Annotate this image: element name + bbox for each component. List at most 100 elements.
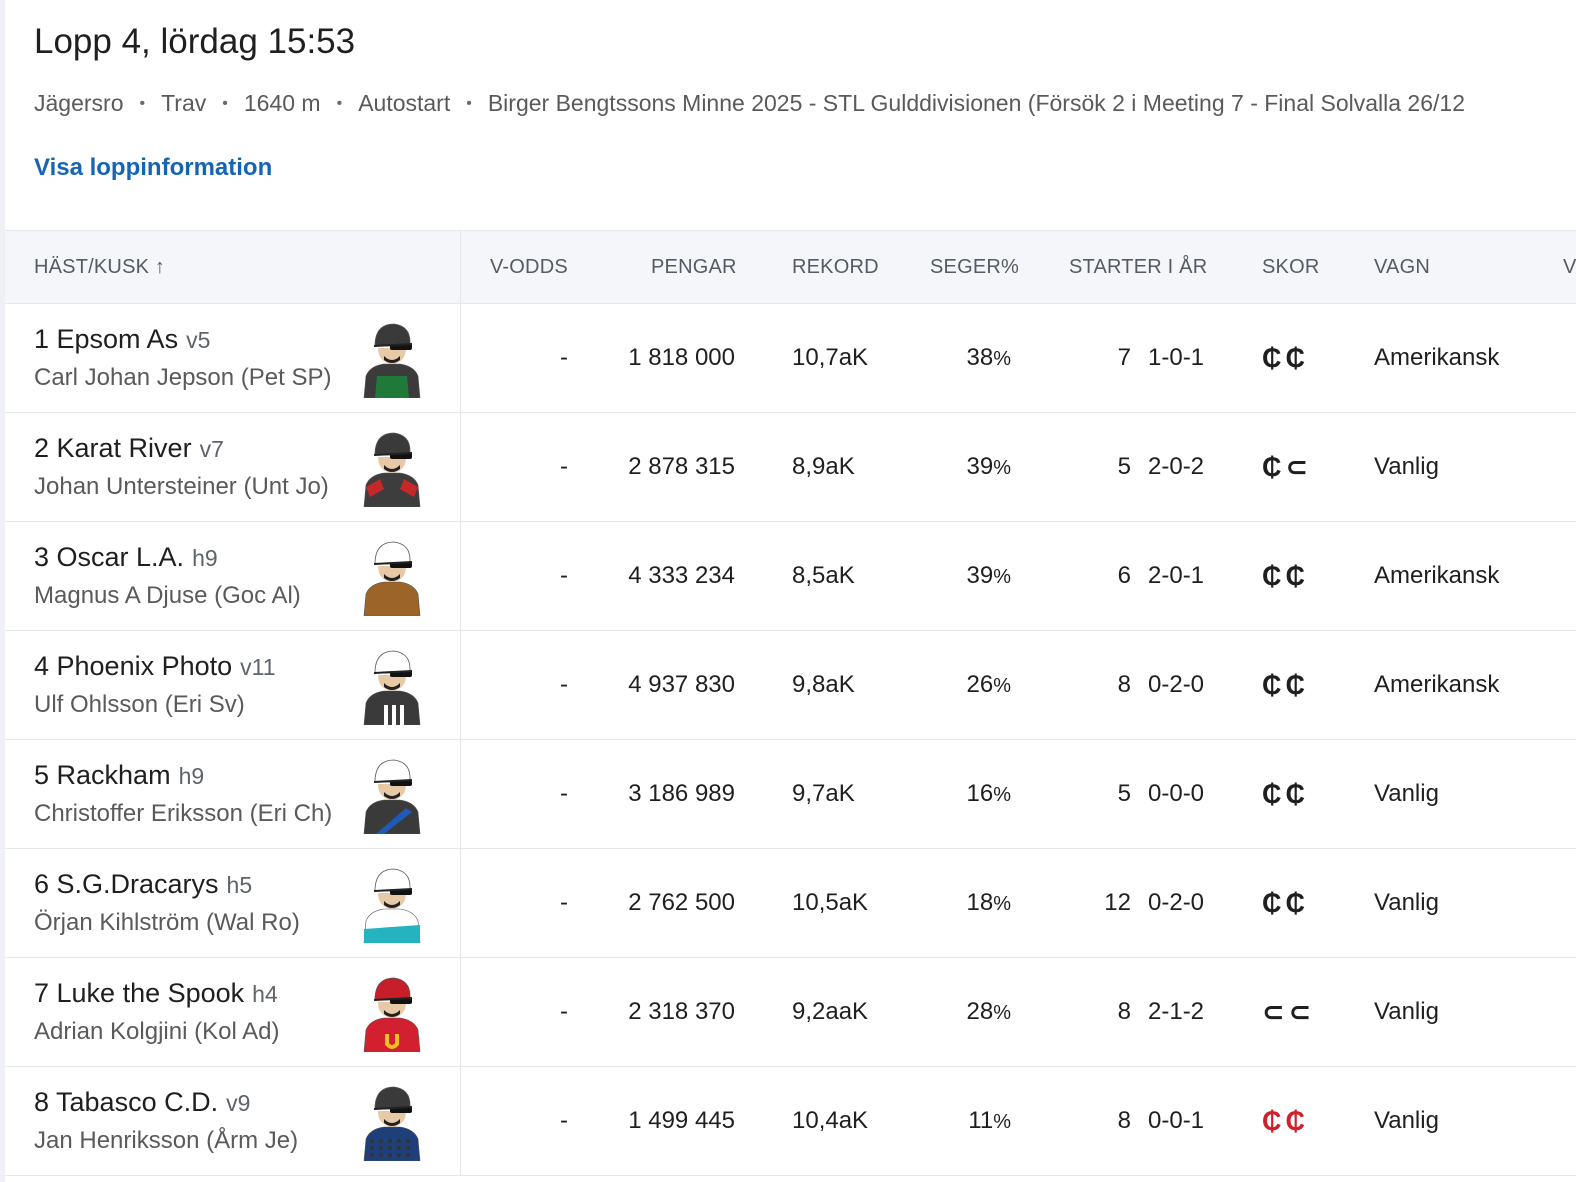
horse-name[interactable]: 7 Luke the Spook h4 bbox=[34, 978, 278, 1009]
horse-name-label: 1 Epsom As bbox=[34, 324, 179, 354]
shoes-icon: ⊂⊂ bbox=[1262, 997, 1316, 1027]
column-shoes[interactable]: SKOR bbox=[1262, 231, 1319, 303]
horse-name-label: 7 Luke the Spook bbox=[34, 978, 245, 1008]
driver-silk-icon bbox=[360, 318, 424, 399]
column-vodds[interactable]: V-ODDS bbox=[490, 231, 568, 303]
driver-name: Jan Henriksson (Årm Je) bbox=[34, 1127, 299, 1154]
placings-value: 2-1-2 bbox=[1148, 998, 1205, 1025]
money-value: 4 333 234 bbox=[628, 562, 735, 589]
driver-name: Magnus A Djuse (Goc Al) bbox=[34, 582, 301, 609]
table-body: 1 Epsom As v5 Carl Johan Jepson (Pet SP) - 1… bbox=[5, 304, 1576, 1176]
column-horse-driver[interactable]: HÄST/KUSK ↑ bbox=[34, 231, 165, 303]
pct-sign: % bbox=[993, 566, 1011, 588]
horse-name[interactable]: 3 Oscar L.A. h9 bbox=[34, 542, 218, 573]
sulky-value: Amerikansk bbox=[1374, 344, 1500, 371]
pct-sign: % bbox=[993, 1111, 1011, 1133]
horse-name[interactable]: 8 Tabasco C.D. v9 bbox=[34, 1087, 250, 1118]
table-row[interactable]: 2 Karat River v7 Johan Untersteiner (Unt J… bbox=[5, 413, 1576, 522]
horse-name[interactable]: 4 Phoenix Photo v11 bbox=[34, 651, 276, 682]
pct-sign: % bbox=[993, 675, 1011, 697]
horse-name[interactable]: 5 Rackham h9 bbox=[34, 760, 204, 791]
win-pct-value: 38 bbox=[966, 344, 994, 371]
meta-separator: • bbox=[222, 95, 228, 112]
starts-value: 8 bbox=[1117, 1107, 1131, 1134]
money-value: 3 186 989 bbox=[628, 780, 735, 807]
win-pct: 39% bbox=[905, 413, 1012, 521]
starts-value: 5 bbox=[1117, 780, 1131, 807]
driver-silk-icon bbox=[360, 427, 424, 508]
horse-age: h4 bbox=[252, 981, 278, 1007]
table-row[interactable]: 7 Luke the Spook h4 Adrian Kolgjini (Kol A… bbox=[5, 958, 1576, 1067]
driver-silk-icon bbox=[360, 754, 424, 835]
race-info-link[interactable]: Visa loppinformation bbox=[34, 154, 272, 182]
race-track: Jägersro bbox=[34, 90, 124, 116]
horse-name[interactable]: 1 Epsom As v5 bbox=[34, 324, 210, 355]
driver-silk-icon bbox=[360, 536, 424, 617]
shoes-icon: ₵₵ bbox=[1262, 343, 1309, 373]
table-row[interactable]: 6 S.G.Dracarys h5 Örjan Kihlström (Wal Ro)… bbox=[5, 849, 1576, 958]
vodds-value: - bbox=[560, 780, 568, 807]
horse-name-label: 6 S.G.Dracarys bbox=[34, 869, 219, 899]
horse-name[interactable]: 6 S.G.Dracarys h5 bbox=[34, 869, 252, 900]
driver-silk-icon bbox=[360, 863, 424, 944]
table-row[interactable]: 1 Epsom As v5 Carl Johan Jepson (Pet SP) - 1… bbox=[5, 304, 1576, 413]
sulky-value: Vanlig bbox=[1374, 889, 1439, 916]
vodds-value: - bbox=[560, 889, 568, 916]
table-row[interactable]: 8 Tabasco C.D. v9 Jan Henriksson (Årm Je) -… bbox=[5, 1067, 1576, 1176]
sulky-value: Vanlig bbox=[1374, 998, 1439, 1025]
placings-value: 2-0-1 bbox=[1148, 562, 1205, 589]
money-value: 4 937 830 bbox=[628, 671, 735, 698]
horse-age: v7 bbox=[199, 436, 224, 462]
starts-value: 5 bbox=[1117, 453, 1131, 480]
driver-name: Johan Untersteiner (Unt Jo) bbox=[34, 473, 329, 500]
starts-value: 6 bbox=[1117, 562, 1131, 589]
driver-silk-icon bbox=[360, 645, 424, 726]
horse-age: v9 bbox=[226, 1090, 251, 1116]
table-row[interactable]: 5 Rackham h9 Christoffer Eriksson (Eri Ch)… bbox=[5, 740, 1576, 849]
pct-sign: % bbox=[993, 1002, 1011, 1024]
column-money[interactable]: PENGAR bbox=[651, 231, 737, 303]
race-title: Lopp 4, lördag 15:53 bbox=[34, 22, 356, 61]
driver-name: Christoffer Eriksson (Eri Ch) bbox=[34, 800, 333, 827]
horse-name-label: 2 Karat River bbox=[34, 433, 192, 463]
column-starts[interactable]: STARTER I ÅR bbox=[1069, 231, 1207, 303]
horse-name-label: 8 Tabasco C.D. bbox=[34, 1087, 219, 1117]
placings-value: 2-0-2 bbox=[1148, 453, 1205, 480]
driver-name: Örjan Kihlström (Wal Ro) bbox=[34, 909, 300, 936]
vodds-value: - bbox=[560, 562, 568, 589]
column-sulky[interactable]: VAGN bbox=[1374, 231, 1430, 303]
column-win-pct[interactable]: SEGER% bbox=[930, 231, 1019, 303]
win-pct-value: 39 bbox=[966, 562, 994, 589]
meta-separator: • bbox=[336, 95, 343, 112]
driver-name: Ulf Ohlsson (Eri Sv) bbox=[34, 691, 245, 718]
horse-name[interactable]: 2 Karat River v7 bbox=[34, 433, 224, 464]
win-pct: 39% bbox=[905, 522, 1012, 630]
column-record[interactable]: REKORD bbox=[792, 231, 879, 303]
starters-table: HÄST/KUSK ↑ V-ODDS PENGAR REKORD SEGER% … bbox=[5, 230, 1576, 1176]
table-row[interactable]: 3 Oscar L.A. h9 Magnus A Djuse (Goc Al) - 4 … bbox=[5, 522, 1576, 631]
column-more[interactable]: V bbox=[1563, 231, 1576, 303]
shoes-icon: ₵₵ bbox=[1262, 670, 1309, 700]
shoes-icon: ₵₵ bbox=[1262, 779, 1309, 809]
shoes-icon: ₵₵ bbox=[1262, 888, 1309, 918]
record-value: 9,8aK bbox=[792, 671, 855, 698]
win-pct: 38% bbox=[905, 304, 1012, 412]
horse-age: h5 bbox=[226, 872, 253, 898]
pct-sign: % bbox=[993, 893, 1011, 915]
table-row[interactable]: 4 Phoenix Photo v11 Ulf Ohlsson (Eri Sv) - 4… bbox=[5, 631, 1576, 740]
starts-value: 8 bbox=[1117, 998, 1131, 1025]
race-type: Trav bbox=[161, 90, 207, 116]
placings-value: 1-0-1 bbox=[1148, 344, 1205, 371]
meta-separator: • bbox=[139, 95, 146, 112]
starts-value: 7 bbox=[1117, 344, 1131, 371]
horse-age: v5 bbox=[186, 327, 211, 353]
sulky-value: Vanlig bbox=[1374, 1107, 1439, 1134]
win-pct: 18% bbox=[905, 849, 1012, 957]
shoes-icon: ₵₵ bbox=[1262, 561, 1309, 591]
vodds-value: - bbox=[560, 344, 568, 371]
sulky-value: Amerikansk bbox=[1374, 562, 1500, 589]
win-pct: 26% bbox=[905, 631, 1012, 739]
starts-value: 8 bbox=[1117, 671, 1131, 698]
money-value: 2 318 370 bbox=[628, 998, 735, 1025]
record-value: 9,2aaK bbox=[792, 998, 869, 1025]
